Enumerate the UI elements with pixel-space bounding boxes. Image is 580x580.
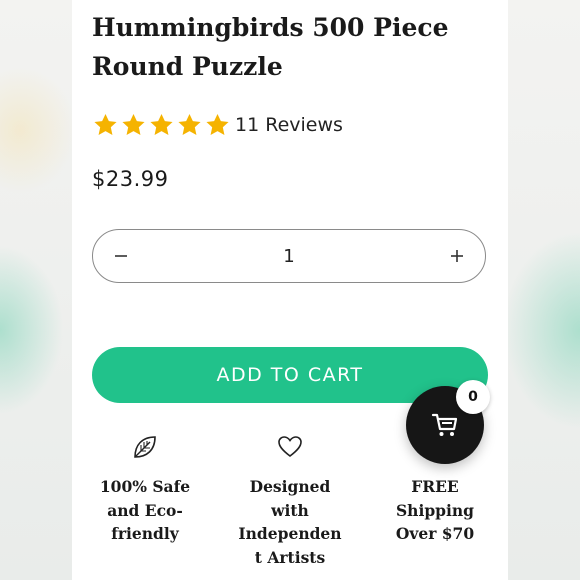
star-rating (92, 112, 231, 138)
leaf-icon (134, 436, 156, 458)
product-panel: Hummingbirds 500 Piece Round Puzzle 11 R… (72, 0, 508, 580)
product-price: $23.99 (92, 167, 169, 191)
feature-artists: Designed with Independen t Artists (220, 433, 360, 569)
cart-count-badge: 0 (456, 380, 490, 414)
cart-icon (431, 413, 458, 436)
heart-icon (278, 436, 302, 458)
star-icon (206, 113, 229, 135)
feature-eco: 100% Safe and Eco- friendly (75, 433, 215, 546)
decrement-button[interactable] (93, 230, 149, 282)
star-icon (122, 113, 145, 135)
quantity-stepper: 1 (92, 229, 486, 283)
star-icon (94, 113, 117, 135)
star-icon (178, 113, 201, 135)
product-title: Hummingbirds 500 Piece Round Puzzle (92, 13, 449, 81)
feature-label: FREE Shipping Over $70 (395, 477, 475, 543)
rating-row[interactable]: 11 Reviews (92, 112, 343, 138)
reviews-link[interactable]: 11 Reviews (235, 114, 343, 136)
feature-label: 100% Safe and Eco- friendly (99, 477, 191, 543)
plus-icon (450, 250, 463, 262)
minus-icon (115, 255, 127, 257)
increment-button[interactable] (429, 230, 485, 282)
star-icon (150, 113, 173, 135)
feature-label: Designed with Independen t Artists (238, 477, 342, 567)
quantity-value[interactable]: 1 (283, 246, 294, 267)
